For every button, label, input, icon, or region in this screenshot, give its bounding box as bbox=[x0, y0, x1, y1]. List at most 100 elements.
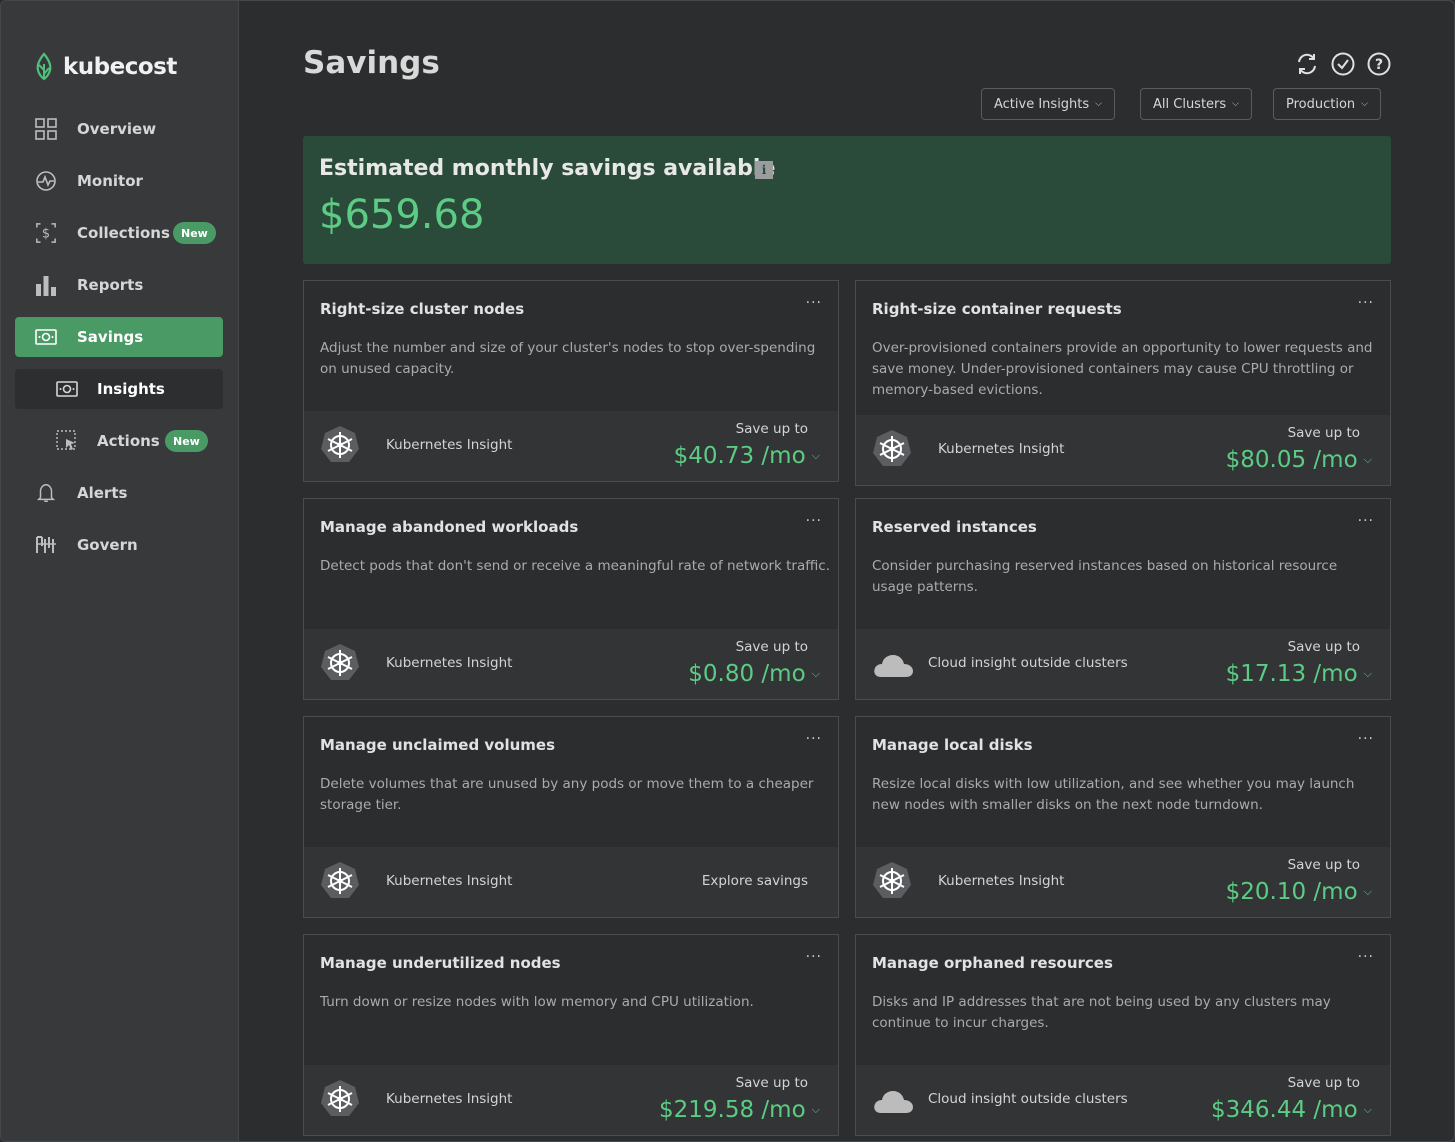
card-description: Disks and IP addresses that are not bein… bbox=[872, 994, 1331, 1031]
help-icon[interactable]: ? bbox=[1366, 51, 1392, 77]
sidebar-item-label: Reports bbox=[77, 276, 144, 294]
chevron-down-icon: ⌵ bbox=[1363, 885, 1372, 898]
chevron-down-icon: ⌵ bbox=[1232, 99, 1239, 109]
insight-card[interactable]: Manage abandoned workloads ... Detect po… bbox=[303, 498, 839, 700]
card-footer: Kubernetes Insight Explore savings bbox=[304, 847, 838, 917]
savings-amount-toggle[interactable]: $346.44 /mo ⌵ bbox=[1211, 1097, 1372, 1123]
page-title: Savings bbox=[303, 45, 440, 81]
sidebar-item-reports[interactable]: Reports bbox=[15, 265, 223, 305]
savings-amount-toggle[interactable]: $17.13 /mo ⌵ bbox=[1226, 661, 1372, 687]
savings-summary-banner: Estimated monthly savings available i $6… bbox=[303, 136, 1391, 264]
card-title: Manage local disks bbox=[872, 736, 1033, 754]
insight-source-label: Cloud insight outside clusters bbox=[928, 655, 1128, 671]
card-description: Turn down or resize nodes with low memor… bbox=[320, 994, 754, 1010]
insight-card[interactable]: Right-size cluster nodes ... Adjust the … bbox=[303, 280, 839, 482]
card-title: Manage orphaned resources bbox=[872, 954, 1113, 972]
sidebar-item-label: Alerts bbox=[77, 484, 128, 502]
kubernetes-icon bbox=[872, 861, 912, 901]
chevron-down-icon: ⌵ bbox=[1363, 667, 1372, 680]
sidebar-item-overview[interactable]: Overview bbox=[15, 109, 223, 149]
card-footer: Kubernetes Insight Save up to $40.73 /mo… bbox=[304, 411, 838, 481]
sidebar-item-label: Collections bbox=[77, 224, 170, 242]
insight-card[interactable]: Manage underutilized nodes ... Turn down… bbox=[303, 934, 839, 1136]
savings-amount: $0.80 /mo bbox=[688, 661, 806, 687]
more-options-icon[interactable]: ... bbox=[1358, 945, 1374, 961]
insight-card[interactable]: Manage local disks ... Resize local disk… bbox=[855, 716, 1391, 918]
sidebar-item-alerts[interactable]: Alerts bbox=[15, 473, 223, 513]
savings-amount-toggle[interactable]: $0.80 /mo ⌵ bbox=[688, 661, 820, 687]
sidebar-item-actions[interactable]: Actions New bbox=[15, 421, 223, 461]
insight-source-label: Kubernetes Insight bbox=[386, 873, 513, 889]
card-description: Adjust the number and size of your clust… bbox=[320, 340, 816, 377]
sidebar-item-govern[interactable]: Govern bbox=[15, 525, 223, 565]
savings-amount-toggle[interactable]: $40.73 /mo ⌵ bbox=[674, 443, 820, 469]
chevron-down-icon: ⌵ bbox=[1363, 453, 1372, 466]
card-title: Manage unclaimed volumes bbox=[320, 736, 556, 754]
cloud-icon bbox=[872, 649, 913, 689]
sidebar-item-savings[interactable]: Savings bbox=[15, 317, 223, 357]
save-up-to-label: Save up to bbox=[1287, 425, 1360, 441]
sidebar-item-label: Overview bbox=[77, 120, 157, 138]
card-description: Over-provisioned containers provide an o… bbox=[872, 340, 1373, 398]
sidebar-item-collections[interactable]: $ Collections New bbox=[15, 213, 223, 253]
insight-card[interactable]: Right-size container requests ... Over-p… bbox=[855, 280, 1391, 486]
more-options-icon[interactable]: ... bbox=[1358, 291, 1374, 307]
sidebar-item-monitor[interactable]: Monitor bbox=[15, 161, 223, 201]
more-options-icon[interactable]: ... bbox=[1358, 727, 1374, 743]
dollar-bracket-icon: $ bbox=[36, 223, 56, 243]
card-footer: Cloud insight outside clusters Save up t… bbox=[856, 1065, 1390, 1135]
svg-text:$: $ bbox=[42, 227, 50, 242]
card-title: Manage abandoned workloads bbox=[320, 518, 579, 536]
logo-text: kubecost bbox=[63, 54, 177, 80]
card-description: Delete volumes that are unused by any po… bbox=[320, 776, 814, 813]
insight-card[interactable]: Manage unclaimed volumes ... Delete volu… bbox=[303, 716, 839, 918]
explore-savings-link[interactable]: Explore savings bbox=[702, 873, 808, 889]
cluster-filter-dropdown[interactable]: All Clusters ⌵ bbox=[1140, 88, 1252, 120]
save-up-to-label: Save up to bbox=[735, 639, 808, 655]
insight-card[interactable]: Reserved instances ... Consider purchasi… bbox=[855, 498, 1391, 700]
banner-title: Estimated monthly savings available bbox=[319, 156, 776, 181]
insight-source-label: Kubernetes Insight bbox=[938, 873, 1065, 889]
insight-source-label: Kubernetes Insight bbox=[386, 655, 513, 671]
bell-icon bbox=[36, 484, 56, 502]
card-description: Resize local disks with low utilization,… bbox=[872, 776, 1355, 813]
govern-icon bbox=[36, 536, 56, 553]
check-circle-icon[interactable] bbox=[1330, 51, 1356, 77]
environment-filter-dropdown[interactable]: Production ⌵ bbox=[1273, 88, 1381, 120]
save-up-to-label: Save up to bbox=[735, 421, 808, 437]
cloud-icon bbox=[872, 1085, 913, 1125]
bar-chart-icon bbox=[36, 276, 56, 296]
chevron-down-icon: ⌵ bbox=[811, 449, 820, 462]
refresh-icon[interactable] bbox=[1294, 51, 1320, 77]
chevron-down-icon: ⌵ bbox=[811, 1103, 820, 1116]
sidebar-item-insights[interactable]: Insights bbox=[15, 369, 223, 409]
card-description: Detect pods that don't send or receive a… bbox=[320, 558, 830, 574]
savings-amount-toggle[interactable]: $20.10 /mo ⌵ bbox=[1226, 879, 1372, 905]
card-description: Consider purchasing reserved instances b… bbox=[872, 558, 1338, 595]
sidebar-item-label: Monitor bbox=[77, 172, 143, 190]
sidebar-item-label: Insights bbox=[97, 380, 165, 398]
monitor-pulse-icon bbox=[36, 171, 56, 191]
insight-card[interactable]: Manage orphaned resources ... Disks and … bbox=[855, 934, 1391, 1136]
insights-filter-dropdown[interactable]: Active Insights ⌵ bbox=[981, 88, 1115, 120]
savings-amount-toggle[interactable]: $80.05 /mo ⌵ bbox=[1226, 447, 1372, 473]
dropdown-label: Active Insights bbox=[994, 96, 1090, 112]
savings-amount-toggle[interactable]: $219.58 /mo ⌵ bbox=[659, 1097, 820, 1123]
info-icon[interactable]: i bbox=[755, 161, 773, 179]
more-options-icon[interactable]: ... bbox=[806, 945, 822, 961]
more-options-icon[interactable]: ... bbox=[806, 509, 822, 525]
dropdown-label: Production bbox=[1286, 96, 1356, 112]
svg-text:?: ? bbox=[1375, 57, 1383, 73]
insight-source-label: Kubernetes Insight bbox=[386, 1091, 513, 1107]
new-badge: New bbox=[165, 430, 208, 452]
kubecost-logo-icon bbox=[36, 52, 52, 81]
more-options-icon[interactable]: ... bbox=[806, 291, 822, 307]
more-options-icon[interactable]: ... bbox=[1358, 509, 1374, 525]
logo[interactable]: kubecost bbox=[33, 51, 177, 83]
kubernetes-icon bbox=[320, 643, 360, 683]
card-footer: Kubernetes Insight Save up to $219.58 /m… bbox=[304, 1065, 838, 1135]
select-cursor-icon bbox=[56, 430, 76, 450]
savings-amount: $20.10 /mo bbox=[1225, 879, 1358, 905]
card-title: Right-size container requests bbox=[872, 300, 1122, 318]
more-options-icon[interactable]: ... bbox=[806, 727, 822, 743]
